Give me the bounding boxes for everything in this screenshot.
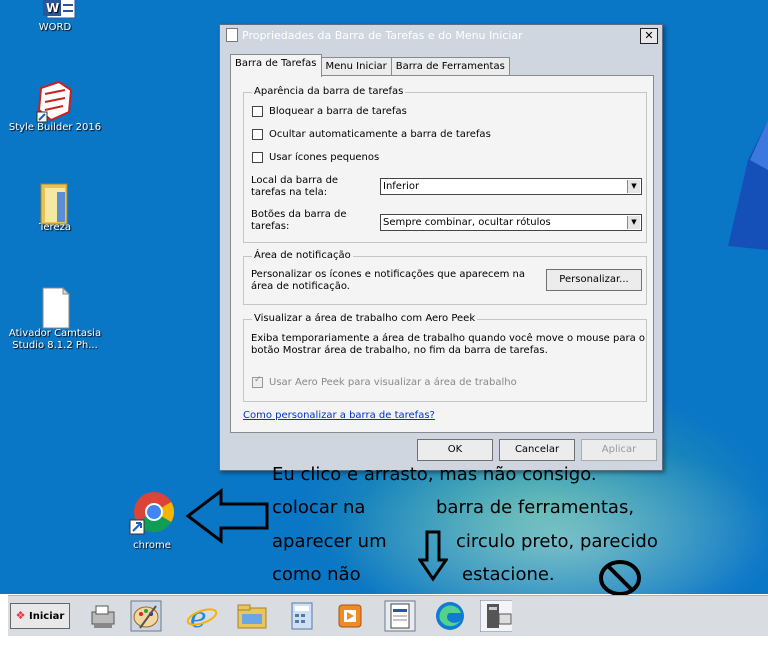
dialog-window-icon bbox=[226, 28, 238, 42]
group-legend: Visualizar a área de trabalho com Aero P… bbox=[252, 313, 478, 324]
checkbox-label: Usar ícones pequenos bbox=[269, 152, 380, 163]
dialog-tabs: Barra de Tarefas Menu Iniciar Barra de F… bbox=[230, 54, 510, 77]
label-line: tarefas na tela: bbox=[251, 187, 328, 198]
fax-icon[interactable] bbox=[86, 600, 118, 632]
tab-barra-de-ferramentas[interactable]: Barra de Ferramentas bbox=[390, 57, 510, 77]
notepad-icon[interactable] bbox=[384, 600, 416, 632]
start-button[interactable]: ❖ Iniciar bbox=[10, 603, 70, 629]
appearance-group: Aparência da barra de tarefas Bloquear a… bbox=[243, 86, 647, 243]
annotation-line-3a: aparecer um bbox=[272, 531, 387, 552]
dialog-titlebar[interactable]: Propriedades da Barra de Tarefas e do Me… bbox=[220, 25, 662, 45]
annotation-line-4a: como não bbox=[272, 564, 361, 585]
buttons-label: Botões da barra de tarefas: bbox=[251, 209, 347, 233]
text-line: área de notificação. bbox=[251, 281, 350, 292]
arrow-left-icon bbox=[185, 488, 269, 544]
svg-text:e: e bbox=[190, 601, 207, 632]
text-line: botão Mostrar área de trabalho, no fim d… bbox=[251, 345, 548, 356]
style-builder-icon bbox=[35, 80, 75, 123]
edge-icon[interactable] bbox=[434, 600, 466, 632]
annotation-line-2b: barra de ferramentas, bbox=[436, 497, 635, 518]
label-line: tarefas: bbox=[251, 221, 290, 232]
small-icons-checkbox-row[interactable]: Usar ícones pequenos bbox=[252, 152, 379, 163]
desktop-icon-label: Studio 8.1.2 Ph... bbox=[12, 340, 98, 351]
group-legend: Área de notificação bbox=[252, 250, 353, 261]
label-line: Botões da barra de bbox=[251, 209, 347, 220]
taskbar: ❖ Iniciar e bbox=[8, 595, 768, 636]
select-value: Sempre combinar, ocultar rótulos bbox=[383, 217, 551, 228]
small-icons-checkbox[interactable] bbox=[252, 152, 263, 163]
arrow-down-icon bbox=[418, 530, 448, 582]
group-legend: Aparência da barra de tarefas bbox=[252, 86, 406, 97]
svg-text:W: W bbox=[46, 1, 59, 15]
aero-peek-group: Visualizar a área de trabalho com Aero P… bbox=[243, 313, 647, 402]
text-line: Exiba temporariamente a área de trabalho… bbox=[251, 333, 646, 344]
tab-barra-de-tarefas[interactable]: Barra de Tarefas bbox=[230, 54, 322, 77]
aero-peek-checkbox-row: Usar Aero Peek para visualizar a área de… bbox=[252, 375, 517, 388]
start-label: Iniciar bbox=[29, 611, 65, 622]
customize-button[interactable]: Personalizar... bbox=[546, 269, 642, 291]
text-line: Personalizar os ícones e notificações qu… bbox=[251, 269, 526, 280]
desktop-icon-label: WORD bbox=[38, 22, 72, 33]
buttons-select[interactable]: Sempre combinar, ocultar rótulos ▼ bbox=[380, 214, 642, 231]
desktop-icon-camtasia[interactable]: Ativador Camtasia Studio 8.1.2 Ph... bbox=[5, 286, 105, 352]
notification-description: Personalizar os ícones e notificações qu… bbox=[251, 269, 525, 293]
label-line: Local da barra de bbox=[251, 175, 339, 186]
folder-icon bbox=[35, 180, 75, 225]
desktop-icon-tereza[interactable]: Tereza bbox=[5, 180, 105, 234]
word-icon: W bbox=[33, 0, 77, 20]
system-properties-icon[interactable] bbox=[480, 600, 512, 632]
media-player-icon[interactable] bbox=[334, 600, 366, 632]
dialog-title: Propriedades da Barra de Tarefas e do Me… bbox=[242, 28, 523, 42]
tab-menu-iniciar[interactable]: Menu Iniciar bbox=[320, 57, 392, 77]
ok-button[interactable]: OK bbox=[417, 439, 493, 461]
annotation-line-3b: circulo preto, parecido bbox=[456, 531, 658, 552]
taskbar-properties-dialog: Propriedades da Barra de Tarefas e do Me… bbox=[219, 24, 663, 471]
checkbox-label: Usar Aero Peek para visualizar a área de… bbox=[269, 377, 517, 388]
annotation-line-1: Eu clico e arrasto, mas não consigo. bbox=[272, 464, 597, 485]
annotation-line-4b: estacione. bbox=[462, 564, 555, 585]
chrome-icon bbox=[128, 490, 176, 538]
paint-icon[interactable] bbox=[130, 600, 162, 632]
close-button[interactable]: ✕ bbox=[640, 28, 658, 44]
tab-panel: Aparência da barra de tarefas Bloquear a… bbox=[230, 75, 654, 433]
windows-logo-wallpaper bbox=[728, 120, 768, 250]
chevron-down-icon[interactable]: ▼ bbox=[627, 180, 640, 193]
help-link[interactable]: Como personalizar a barra de tarefas? bbox=[243, 410, 435, 421]
peek-description: Exiba temporariamente a área de trabalho… bbox=[251, 333, 645, 357]
annotation-line-2a: colocar na bbox=[272, 497, 366, 518]
desktop-icon-style-builder[interactable]: Style Builder 2016 bbox=[5, 80, 105, 134]
checkbox-label: Bloquear a barra de tarefas bbox=[269, 106, 407, 117]
no-entry-icon bbox=[599, 560, 641, 596]
autohide-checkbox-row[interactable]: Ocultar automaticamente a barra de taref… bbox=[252, 129, 491, 140]
file-explorer-icon[interactable] bbox=[236, 600, 268, 632]
location-select[interactable]: Inferior ▼ bbox=[380, 178, 642, 195]
lock-taskbar-checkbox-row[interactable]: Bloquear a barra de tarefas bbox=[252, 106, 407, 117]
chevron-down-icon[interactable]: ▼ bbox=[627, 216, 640, 229]
checkbox-label: Ocultar automaticamente a barra de taref… bbox=[269, 129, 491, 140]
autohide-checkbox[interactable] bbox=[252, 129, 263, 140]
apply-button: Aplicar bbox=[581, 439, 657, 461]
desktop-icon-word[interactable]: W WORD bbox=[5, 0, 105, 34]
windows-flag-icon: ❖ bbox=[15, 609, 26, 622]
internet-explorer-icon[interactable]: e bbox=[186, 600, 218, 632]
lock-taskbar-checkbox[interactable] bbox=[252, 106, 263, 117]
aero-peek-checkbox bbox=[252, 375, 263, 388]
select-value: Inferior bbox=[383, 181, 420, 192]
document-icon bbox=[35, 286, 75, 329]
cancel-button[interactable]: Cancelar bbox=[499, 439, 575, 461]
calculator-icon[interactable] bbox=[286, 600, 318, 632]
location-label: Local da barra de tarefas na tela: bbox=[251, 175, 338, 199]
notification-group: Área de notificação Personalizar os ícon… bbox=[243, 250, 647, 305]
